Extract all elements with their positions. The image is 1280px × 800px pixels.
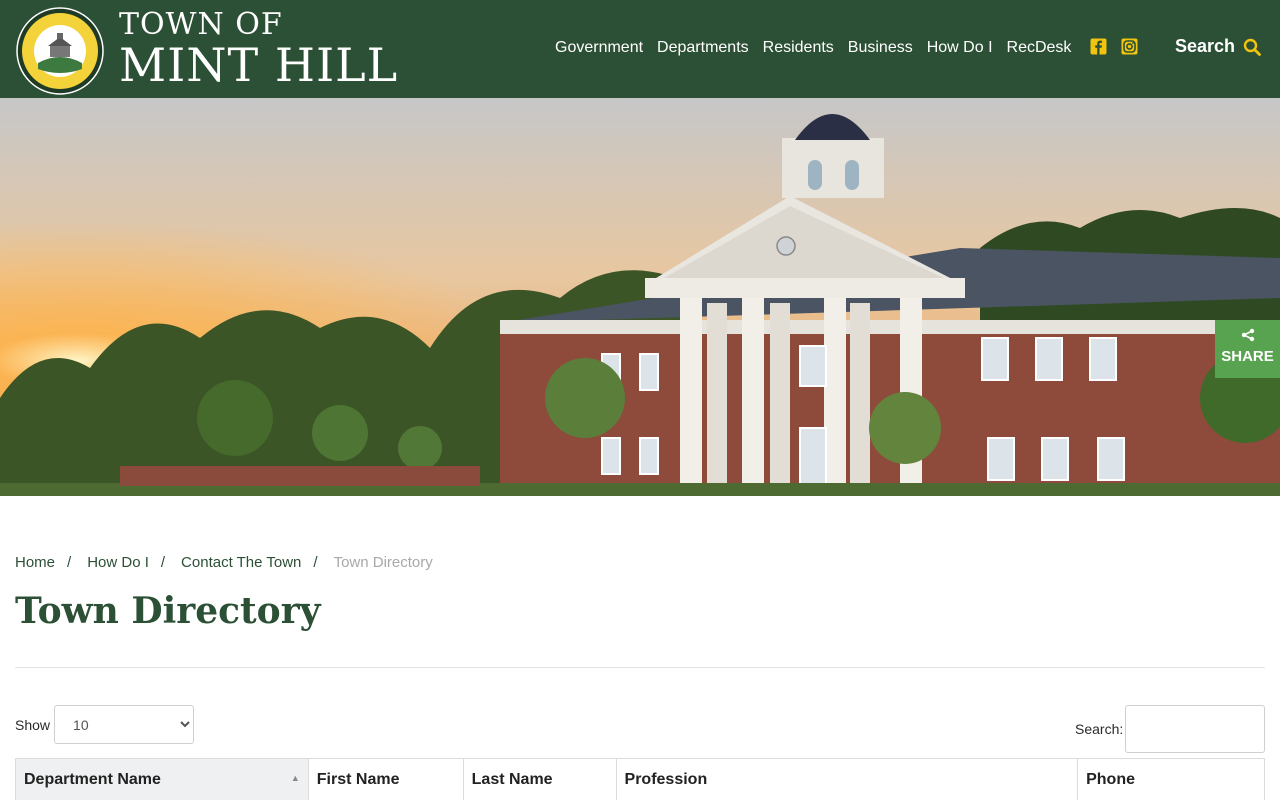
sort-ascending-icon: ▲ xyxy=(290,773,300,783)
show-label: Show xyxy=(15,716,51,733)
divider xyxy=(15,667,1265,668)
town-seal-logo[interactable] xyxy=(16,7,104,95)
breadcrumb-how-do-i[interactable]: How Do I xyxy=(87,554,149,571)
nav-how-do-i[interactable]: How Do I xyxy=(927,38,993,58)
share-button[interactable]: SHARE xyxy=(1215,320,1280,378)
instagram-icon[interactable] xyxy=(1121,38,1138,55)
nav-government[interactable]: Government xyxy=(555,38,643,58)
column-header-last-name[interactable]: Last Name xyxy=(462,758,617,800)
nav-departments[interactable]: Departments xyxy=(657,38,749,58)
breadcrumb-separator: / xyxy=(160,554,166,571)
page-title: Town Directory xyxy=(15,590,321,632)
share-label: SHARE xyxy=(1221,348,1274,365)
brand-line-2: MINT HILL xyxy=(119,38,399,92)
breadcrumb-separator: / xyxy=(313,554,318,571)
column-label: Department Name xyxy=(24,770,161,788)
social-links xyxy=(1090,38,1138,55)
site-header: TOWN OF MINT HILL Government Departments… xyxy=(0,0,1280,98)
nav-residents[interactable]: Residents xyxy=(763,38,834,58)
breadcrumb-separator: / xyxy=(67,554,72,571)
show-entries-control: Show 10 xyxy=(15,705,195,744)
search-icon xyxy=(1243,38,1261,56)
column-header-department-name[interactable]: Department Name ▲ xyxy=(15,758,309,800)
town-hall-photo xyxy=(0,98,1280,496)
table-search: Search: xyxy=(1075,705,1266,753)
breadcrumb: Home / How Do I / Contact The Town / Tow… xyxy=(15,554,433,571)
directory-table: Department Name ▲ First Name Last Name P… xyxy=(15,758,1265,800)
facebook-icon[interactable] xyxy=(1090,38,1107,55)
hero-banner-image xyxy=(0,98,1280,496)
column-header-phone[interactable]: Phone xyxy=(1077,758,1265,800)
site-brand[interactable]: TOWN OF MINT HILL xyxy=(119,7,399,92)
brand-line-1: TOWN OF xyxy=(119,7,283,42)
nav-recdesk[interactable]: RecDesk xyxy=(1007,38,1072,58)
column-header-first-name[interactable]: First Name xyxy=(307,758,464,800)
table-search-input[interactable] xyxy=(1125,705,1266,753)
main-nav: Government Departments Residents Busines… xyxy=(555,38,1085,58)
nav-business[interactable]: Business xyxy=(848,38,913,58)
column-header-profession[interactable]: Profession xyxy=(615,758,1079,800)
header-search-label: Search xyxy=(1175,36,1236,56)
breadcrumb-current: Town Directory xyxy=(333,554,433,571)
share-icon xyxy=(1241,328,1254,342)
table-search-label: Search: xyxy=(1075,721,1124,737)
entries-per-page-select[interactable]: 10 xyxy=(54,705,195,744)
breadcrumb-contact-the-town[interactable]: Contact The Town xyxy=(181,554,301,571)
breadcrumb-home[interactable]: Home xyxy=(15,554,55,571)
header-search[interactable]: Search xyxy=(1175,36,1261,57)
table-header-row: Department Name ▲ First Name Last Name P… xyxy=(15,758,1265,800)
